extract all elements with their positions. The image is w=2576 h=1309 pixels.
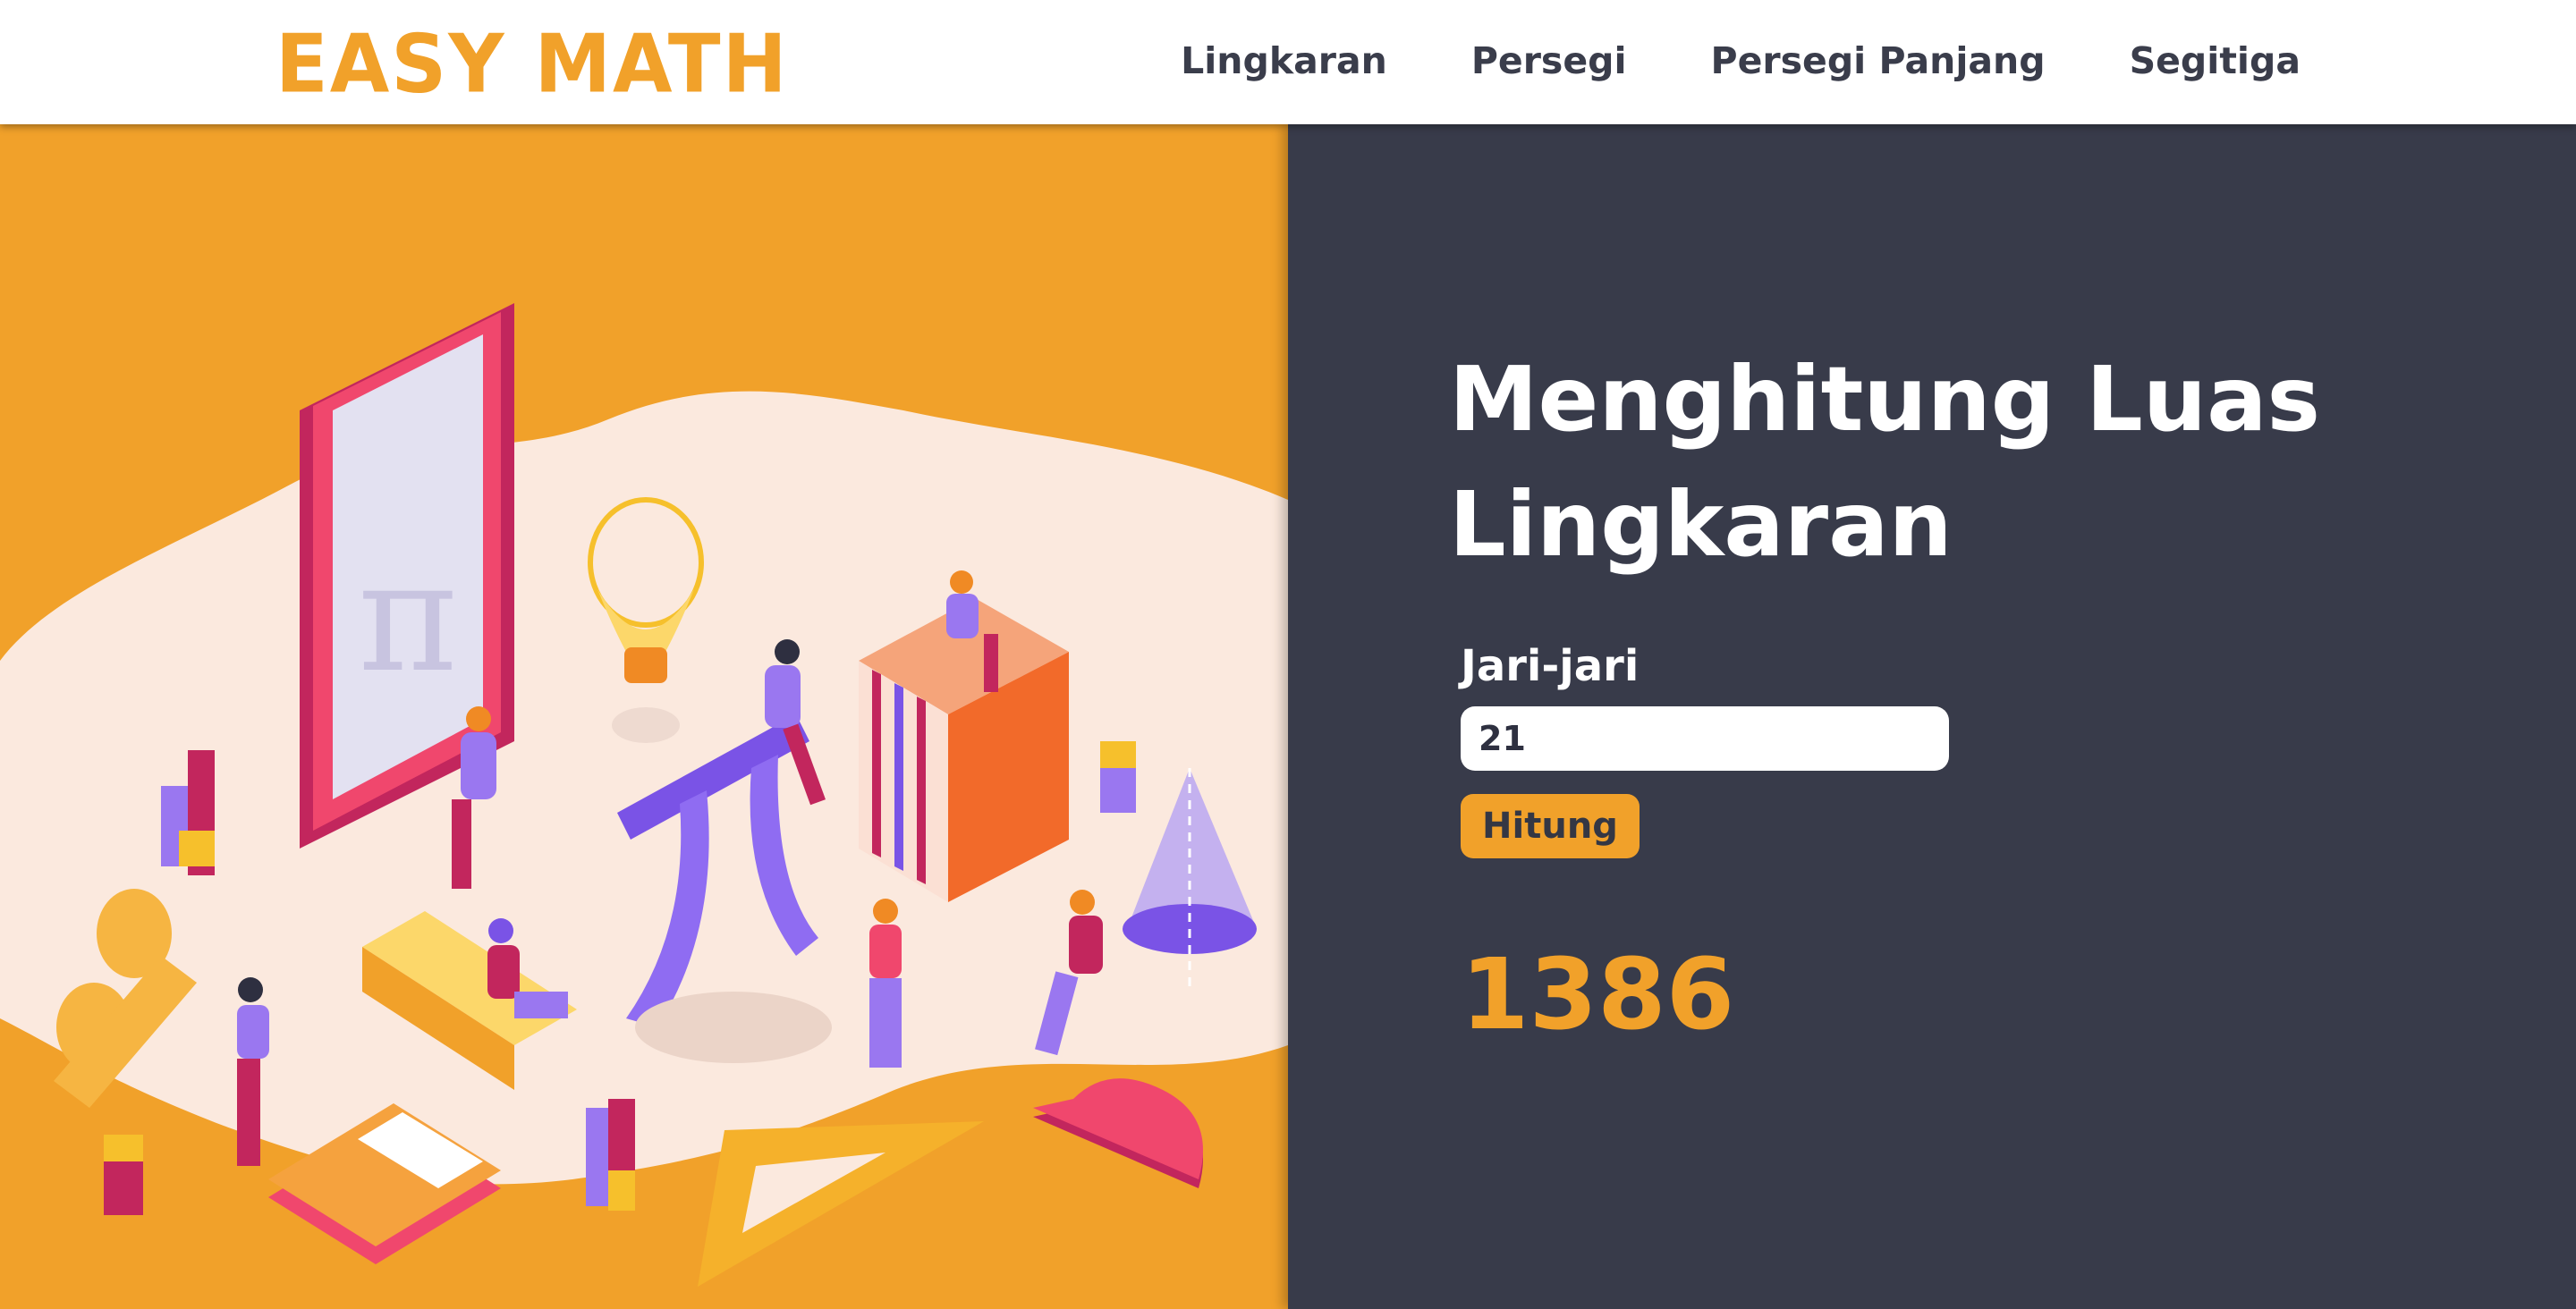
nav-item-persegi-panjang[interactable]: Persegi Panjang <box>1711 39 2046 82</box>
tablet-pi-text: π <box>358 529 458 706</box>
nav-item-segitiga[interactable]: Segitiga <box>2130 39 2301 82</box>
blocks-right-icon <box>1100 741 1136 813</box>
result-value: 1386 <box>1461 937 1735 1051</box>
page-title: Menghitung Luas Lingkaran <box>1449 347 2321 577</box>
radius-input[interactable] <box>1461 706 1949 771</box>
radius-label: Jari-jari <box>1461 641 1640 691</box>
navbar: EASY MATH Lingkaran Persegi Persegi Panj… <box>0 0 2576 124</box>
math-illustration: π <box>0 303 1288 1287</box>
brand-logo[interactable]: EASY MATH <box>275 18 789 112</box>
calculate-button[interactable]: Hitung <box>1461 794 1640 858</box>
hero-illustration-panel: π <box>0 124 1288 1309</box>
nav-item-lingkaran[interactable]: Lingkaran <box>1181 39 1387 82</box>
calculator-panel: Menghitung Luas Lingkaran Jari-jari Hitu… <box>1288 124 2576 1309</box>
protractor-icon <box>1033 1078 1203 1188</box>
set-square-icon <box>698 1121 984 1287</box>
nav-item-persegi[interactable]: Persegi <box>1471 39 1627 82</box>
main-nav: Lingkaran Persegi Persegi Panjang Segiti… <box>1181 32 2301 89</box>
